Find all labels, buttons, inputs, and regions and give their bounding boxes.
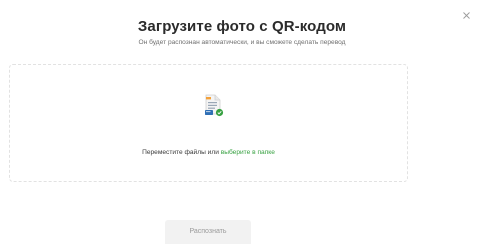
dialog-subtitle: Он будет распознан автоматически, и вы с… (138, 39, 346, 46)
dropzone-text: Переместите файлы или (142, 149, 219, 156)
document-upload-icon (201, 92, 227, 120)
file-dropzone[interactable]: Переместите файлы или выберите в папке (9, 64, 408, 182)
dropzone-instruction: Переместите файлы или выберите в папке (10, 149, 407, 156)
recognize-button[interactable]: Распознать (165, 220, 251, 244)
dialog-title: Загрузите фото с QR-кодом (137, 18, 347, 35)
choose-folder-link[interactable]: выберите в папке (221, 149, 275, 156)
qr-upload-dialog: Загрузите фото с QR-кодом Он будет распо… (0, 0, 484, 244)
